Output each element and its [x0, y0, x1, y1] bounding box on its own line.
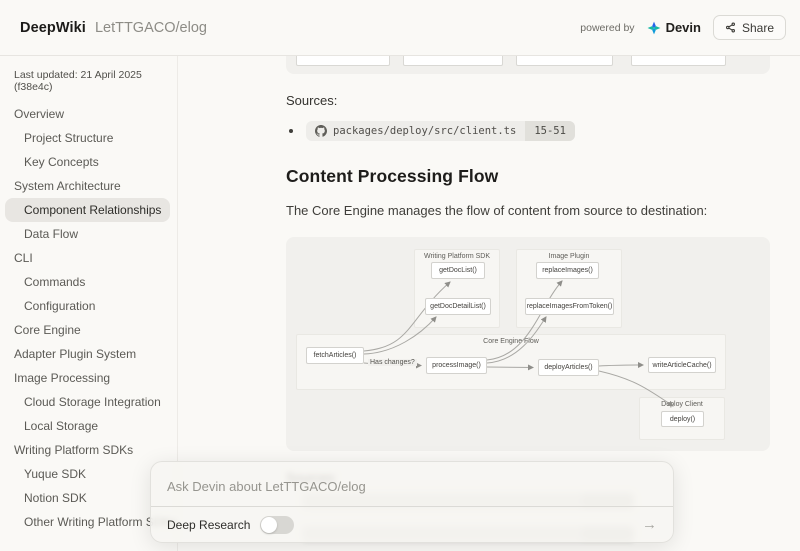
sidebar-item-data-flow[interactable]: Data Flow — [0, 222, 177, 246]
bullet-icon — [289, 129, 293, 133]
node-replace-images: replaceImages() — [536, 262, 599, 279]
devin-label: Devin — [666, 20, 701, 35]
node-replace-images-from-token: replaceImagesFromToken() — [525, 298, 614, 315]
brand-logo[interactable]: DeepWiki — [20, 20, 86, 36]
header: DeepWiki LetTTGACO/elog powered by Devin — [0, 0, 800, 56]
sources-label: Sources: — [286, 93, 774, 108]
page-title: Content Processing Flow — [286, 166, 774, 187]
sidebar-item-image-processing[interactable]: Image Processing — [0, 366, 177, 390]
sidebar-item-cli[interactable]: CLI — [0, 246, 177, 270]
sidebar-item-configuration[interactable]: Configuration — [0, 294, 177, 318]
source-list-item: packages/deploy/src/client.ts 15-51 — [289, 121, 774, 141]
header-actions: powered by Devin Share — [580, 15, 786, 40]
devin-link[interactable]: Devin — [647, 20, 701, 35]
share-button[interactable]: Share — [713, 15, 786, 40]
node-process-image: processImage() — [426, 357, 487, 374]
sidebar-item-adapter-plugin-system[interactable]: Adapter Plugin System — [0, 342, 177, 366]
diagram-node — [403, 56, 503, 66]
ask-devin-panel: Deep Research → — [150, 461, 674, 543]
node-deploy: deploy() — [661, 411, 704, 427]
sidebar-item-cloud-storage-integration[interactable]: Cloud Storage Integration — [0, 390, 177, 414]
github-icon — [315, 125, 327, 137]
sidebar-item-commands[interactable]: Commands — [0, 270, 177, 294]
mermaid-diagram[interactable]: Writing Platform SDK Image Plugin Core E… — [286, 237, 770, 451]
ask-panel-footer: Deep Research → — [151, 506, 673, 542]
diagram-node — [516, 56, 613, 66]
last-updated: Last updated: 21 April 2025 (f38e4c) — [0, 69, 177, 93]
sidebar-item-system-architecture[interactable]: System Architecture — [0, 174, 177, 198]
submit-arrow-icon[interactable]: → — [642, 517, 657, 532]
source-path: packages/deploy/src/client.ts — [333, 125, 516, 137]
previous-diagram-partial — [286, 56, 770, 74]
section-intro: The Core Engine manages the flow of cont… — [286, 203, 774, 218]
source-file-link[interactable]: packages/deploy/src/client.ts 15-51 — [306, 121, 575, 141]
powered-by-label: powered by — [580, 22, 634, 34]
diagram-node — [631, 56, 726, 66]
sidebar-item-core-engine[interactable]: Core Engine — [0, 318, 177, 342]
node-write-article-cache: writeArticleCache() — [648, 357, 716, 373]
share-label: Share — [742, 21, 774, 35]
deep-research-toggle[interactable] — [260, 516, 294, 534]
node-get-doc-detail-list: getDocDetailList() — [425, 298, 491, 315]
sidebar-item-key-concepts[interactable]: Key Concepts — [0, 150, 177, 174]
ask-devin-input[interactable] — [151, 462, 673, 506]
sidebar-item-local-storage[interactable]: Local Storage — [0, 414, 177, 438]
sidebar-item-project-structure[interactable]: Project Structure — [0, 126, 177, 150]
source-line-range: 15-51 — [525, 121, 575, 141]
share-icon — [725, 22, 736, 33]
sidebar-item-writing-platform-sdks[interactable]: Writing Platform SDKs — [0, 438, 177, 462]
repo-name[interactable]: LetTTGACO/elog — [95, 20, 207, 36]
sidebar-item-component-relationships[interactable]: Component Relationships — [5, 198, 170, 222]
deep-research-label: Deep Research — [167, 518, 250, 532]
diagram-node — [296, 56, 390, 66]
toggle-knob — [261, 517, 277, 533]
sidebar-item-overview[interactable]: Overview — [0, 102, 177, 126]
node-get-doc-list: getDocList() — [431, 262, 485, 279]
edge-label-has-changes: Has changes? — [368, 359, 417, 366]
node-deploy-articles: deployArticles() — [538, 359, 599, 376]
node-fetch-articles: fetchArticles() — [306, 347, 364, 364]
devin-logo-icon — [647, 21, 661, 35]
